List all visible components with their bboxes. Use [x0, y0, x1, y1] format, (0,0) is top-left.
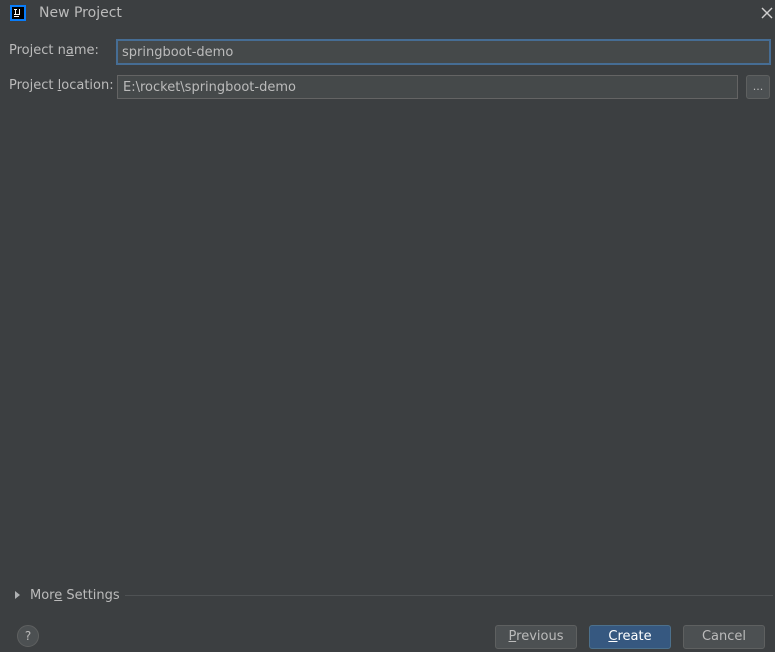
more-settings-divider	[125, 595, 773, 596]
previous-button[interactable]: Previous	[495, 625, 577, 649]
project-location-label-text-end: ocation:	[61, 78, 114, 93]
project-location-label: Project location:	[9, 78, 114, 93]
project-name-label-mnemonic: a	[65, 43, 74, 58]
close-icon[interactable]	[759, 5, 775, 21]
dialog-title: New Project	[39, 5, 122, 21]
more-settings-label-text: Mor	[30, 587, 55, 603]
project-name-label: Project name:	[9, 43, 99, 58]
browse-button[interactable]: ...	[746, 75, 770, 99]
project-location-input[interactable]	[117, 75, 738, 99]
create-button[interactable]: Create	[589, 625, 671, 649]
previous-button-mnemonic: P	[508, 629, 517, 644]
cancel-button[interactable]: Cancel	[683, 625, 765, 649]
more-settings-label: More Settings	[30, 588, 120, 603]
project-name-label-text-end: me:	[73, 43, 99, 58]
project-location-label-text: Project	[9, 78, 58, 93]
triangle-right-icon	[15, 591, 20, 599]
project-name-input[interactable]	[116, 39, 771, 65]
create-button-label: reate	[617, 629, 652, 644]
previous-button-label: revious	[516, 629, 564, 644]
more-settings-label-text-end: Settings	[62, 587, 120, 603]
help-button[interactable]: ?	[17, 625, 39, 647]
new-project-dialog: New Project Project name: Project locati…	[0, 0, 775, 652]
more-settings-toggle[interactable]: More Settings	[13, 586, 120, 604]
intellij-idea-icon	[10, 5, 26, 21]
project-name-label-text: Project n	[9, 43, 66, 58]
title-bar: New Project	[0, 0, 775, 27]
